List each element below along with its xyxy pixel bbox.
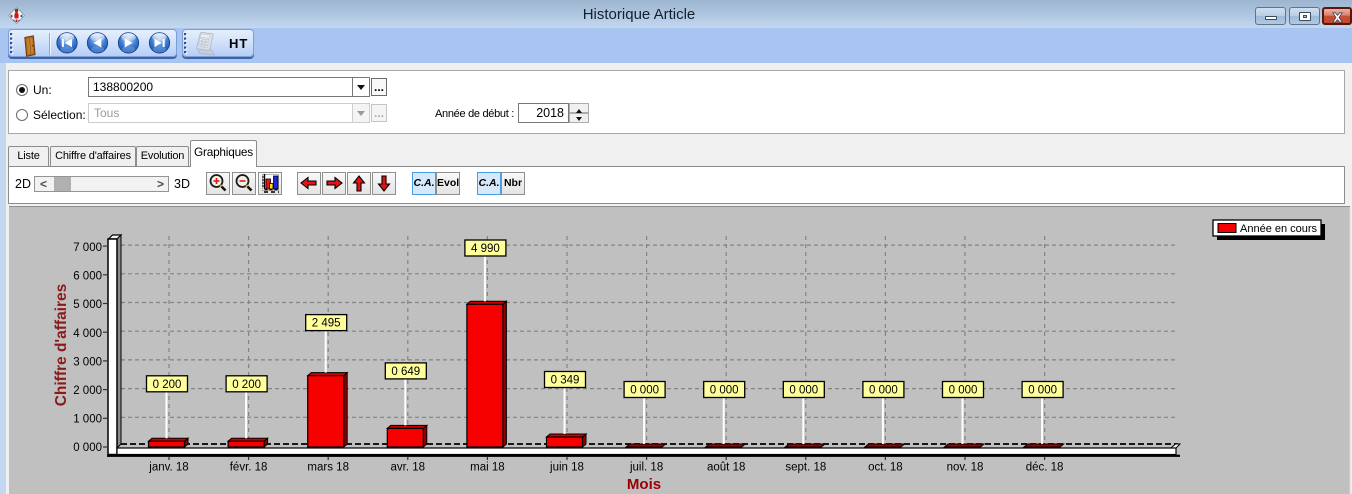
svg-text:0 000: 0 000 (949, 385, 978, 397)
svg-text:6 000: 6 000 (73, 271, 102, 283)
svg-text:mai 18: mai 18 (470, 462, 505, 474)
svg-text:2 000: 2 000 (73, 385, 102, 397)
svg-text:0 649: 0 649 (391, 366, 420, 378)
svg-text:févr. 18: févr. 18 (230, 462, 268, 474)
svg-text:0 000: 0 000 (710, 385, 739, 397)
svg-text:0 000: 0 000 (789, 385, 818, 397)
svg-text:1 000: 1 000 (73, 413, 102, 425)
svg-text:0 000: 0 000 (869, 385, 898, 397)
svg-text:Année en cours: Année en cours (1240, 223, 1318, 235)
svg-text:0 000: 0 000 (630, 385, 659, 397)
svg-text:nov. 18: nov. 18 (947, 462, 984, 474)
svg-text:3 000: 3 000 (73, 356, 102, 368)
svg-text:juin 18: juin 18 (549, 462, 584, 474)
svg-text:oct. 18: oct. 18 (868, 462, 903, 474)
svg-text:0 000: 0 000 (73, 442, 102, 454)
svg-text:mars 18: mars 18 (307, 462, 349, 474)
svg-text:Mois: Mois (627, 476, 661, 493)
svg-text:2 495: 2 495 (312, 318, 341, 330)
svg-text:avr. 18: avr. 18 (391, 462, 426, 474)
svg-text:0 200: 0 200 (153, 379, 182, 391)
svg-text:janv. 18: janv. 18 (148, 462, 188, 474)
svg-text:Chiffre d'affaires: Chiffre d'affaires (53, 284, 70, 407)
svg-text:août 18: août 18 (707, 462, 745, 474)
svg-text:0 349: 0 349 (551, 375, 580, 387)
svg-text:4 000: 4 000 (73, 328, 102, 340)
svg-text:0 000: 0 000 (1028, 385, 1057, 397)
svg-text:sept. 18: sept. 18 (785, 462, 826, 474)
svg-text:7 000: 7 000 (73, 242, 102, 254)
svg-text:déc. 18: déc. 18 (1026, 462, 1064, 474)
svg-text:5 000: 5 000 (73, 299, 102, 311)
svg-text:4 990: 4 990 (471, 243, 500, 255)
svg-text:juil. 18: juil. 18 (629, 462, 663, 474)
svg-text:0 200: 0 200 (232, 379, 261, 391)
